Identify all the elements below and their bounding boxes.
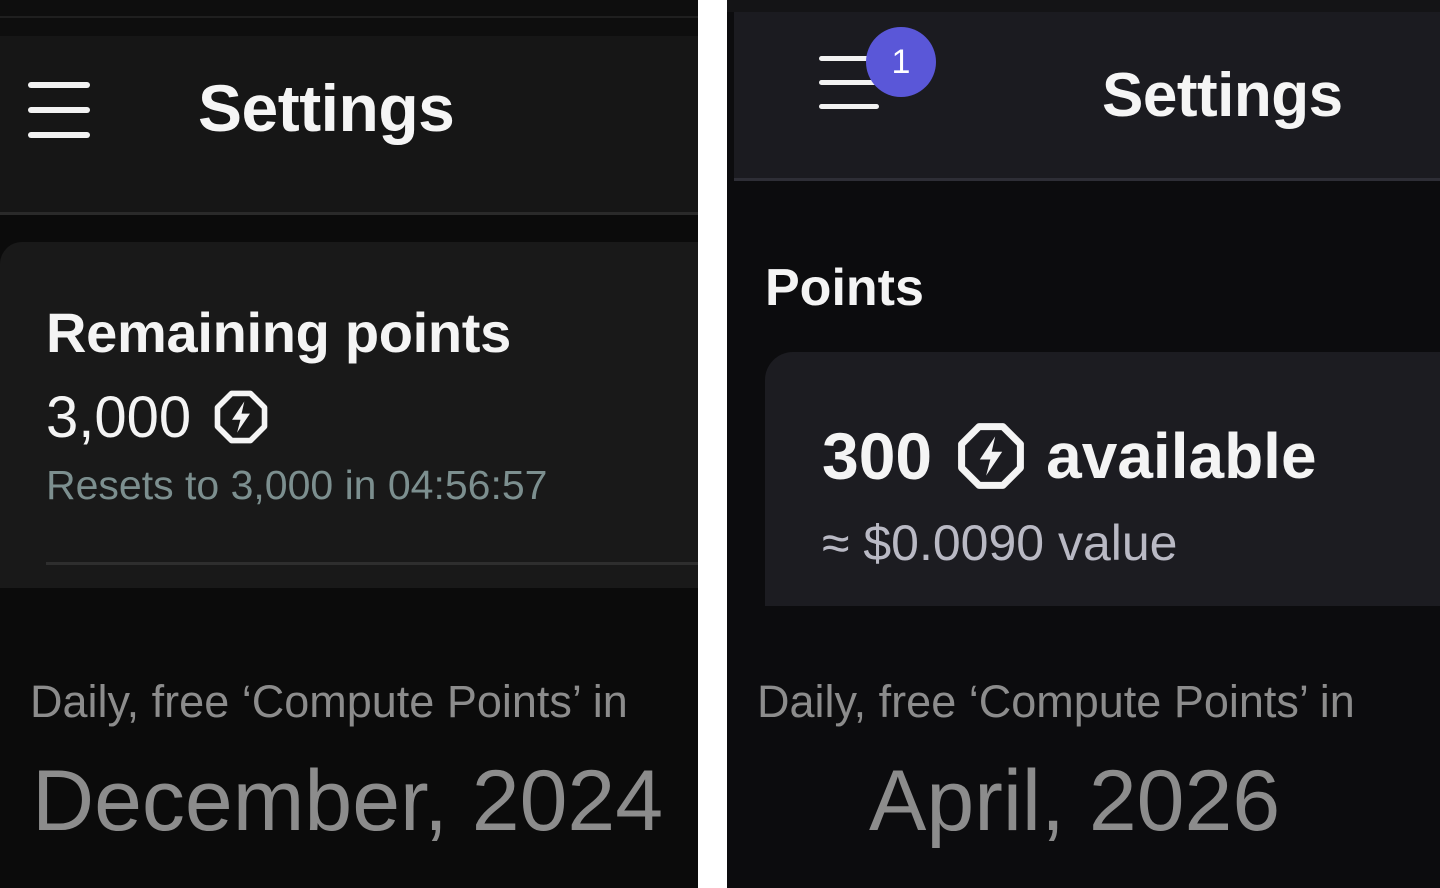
available-points-value: 300 xyxy=(822,419,933,493)
available-points-row: 300 available xyxy=(822,419,1317,493)
status-strip xyxy=(0,0,698,36)
notification-badge: 1 xyxy=(866,27,936,97)
caption-line-1: Daily, free ‘Compute Points’ in xyxy=(757,676,1355,727)
remaining-points-title: Remaining points xyxy=(46,301,511,364)
hamburger-menu-icon[interactable] xyxy=(28,82,90,138)
remaining-points-row: 3,000 xyxy=(46,384,269,450)
remaining-points-value: 3,000 xyxy=(46,384,192,450)
compute-points-bolt-icon xyxy=(958,423,1025,489)
caption-line-1: Daily, free ‘Compute Points’ in xyxy=(30,676,628,727)
points-section-heading: Points xyxy=(765,259,924,317)
points-dollar-value: ≈ $0.0090 value xyxy=(822,515,1178,571)
compute-points-bolt-icon xyxy=(214,390,268,444)
card-divider xyxy=(46,562,698,565)
header-divider xyxy=(0,212,698,215)
page-title: Settings xyxy=(198,71,455,145)
page-title: Settings xyxy=(1102,61,1343,130)
reset-countdown-text: Resets to 3,000 in 04:56:57 xyxy=(46,462,548,508)
caption-date: December, 2024 xyxy=(32,753,664,849)
right-screenshot-panel: 1 Settings Points 300 available ≈ $0.009… xyxy=(727,0,1440,888)
status-strip xyxy=(727,0,1440,12)
left-screenshot-panel: Settings Remaining points 3,000 Resets t… xyxy=(0,0,698,888)
caption-date: April, 2026 xyxy=(869,753,1281,849)
header-divider xyxy=(734,178,1440,181)
available-label: available xyxy=(1046,420,1317,492)
